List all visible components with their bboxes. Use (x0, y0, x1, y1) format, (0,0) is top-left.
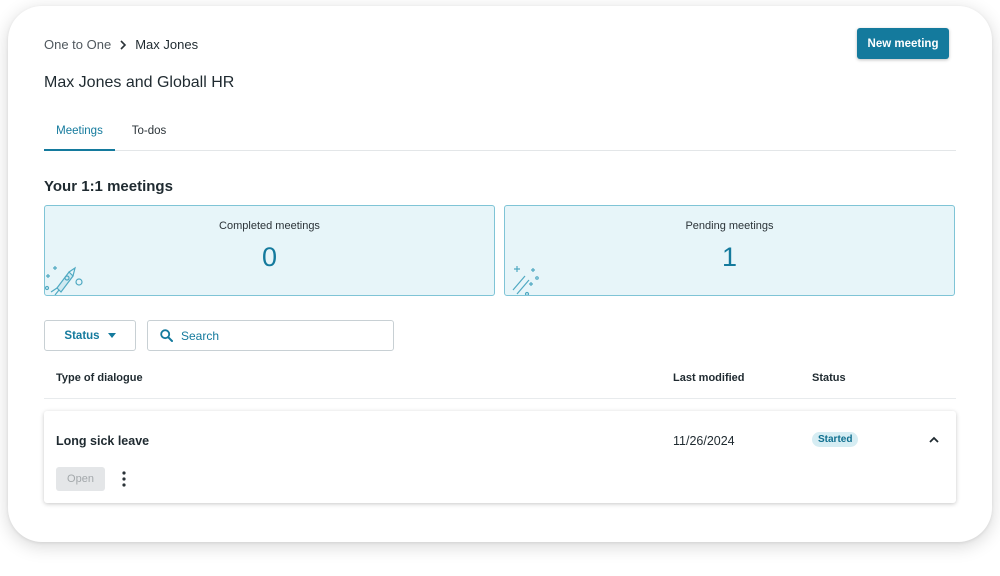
pending-meetings-count: 1 (721, 242, 738, 272)
chevron-up-icon[interactable] (926, 432, 942, 448)
new-meeting-button[interactable]: New meeting (857, 28, 949, 59)
tab-bar: Meetings To-dos (44, 118, 956, 151)
open-button[interactable]: Open (56, 467, 105, 491)
pending-meetings-card: Pending meetings 1 (504, 205, 955, 296)
tab-meetings[interactable]: Meetings (44, 118, 115, 151)
tab-to-dos[interactable]: To-dos (127, 118, 171, 151)
app-window: One to One Max Jones New meeting Max Jon… (8, 6, 992, 542)
table-header-divider (44, 398, 956, 399)
row-dialogue-type: Long sick leave (56, 434, 150, 448)
breadcrumb-current: Max Jones (135, 37, 199, 52)
pending-meetings-label: Pending meetings (685, 220, 774, 232)
caret-down-icon (107, 333, 116, 338)
row-last-modified: 11/26/2024 (673, 434, 735, 448)
column-header-type: Type of dialogue (56, 372, 143, 384)
status-badge: Started (812, 432, 859, 447)
breadcrumb: One to One Max Jones (44, 37, 198, 52)
search-input[interactable] (181, 328, 381, 343)
column-header-status: Status (812, 372, 846, 384)
rocket-icon (45, 266, 83, 295)
chevron-right-icon (119, 39, 127, 50)
sparkle-icon (512, 266, 539, 295)
search-icon (160, 329, 173, 342)
breadcrumb-one-to-one[interactable]: One to One (44, 37, 111, 52)
completed-meetings-label: Completed meetings (219, 220, 320, 232)
more-options-icon[interactable] (116, 469, 132, 489)
completed-meetings-card: Completed meetings 0 (44, 205, 495, 296)
section-title: Your 1:1 meetings (44, 178, 173, 195)
search-box (147, 320, 394, 351)
status-filter-dropdown[interactable]: Status (44, 320, 136, 351)
status-filter-label: Status (64, 329, 100, 342)
completed-meetings-count: 0 (261, 242, 278, 272)
table-row[interactable]: Long sick leave 11/26/2024 Started Open (44, 411, 956, 503)
page-title: Max Jones and Globall HR (44, 74, 235, 91)
column-header-last-modified: Last modified (673, 372, 745, 384)
